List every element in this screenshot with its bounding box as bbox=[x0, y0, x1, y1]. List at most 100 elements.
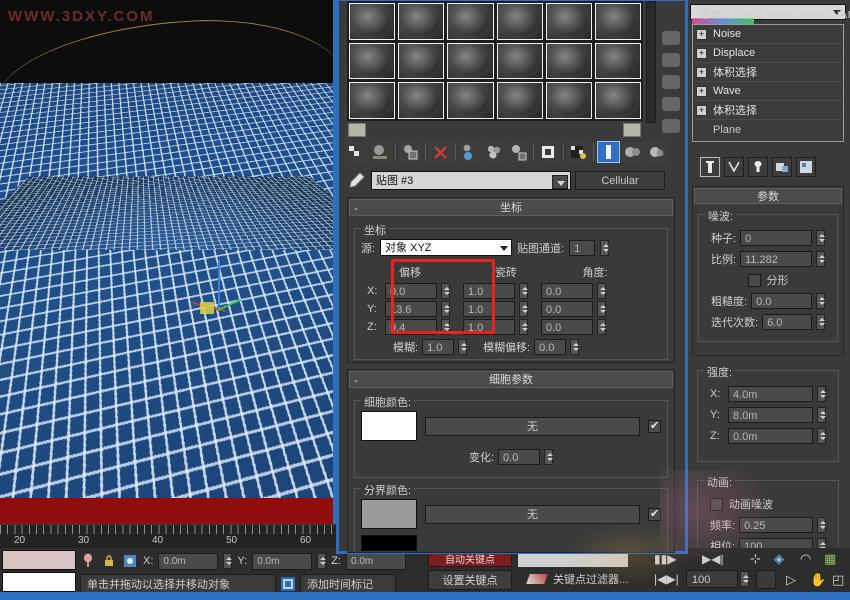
seed-field[interactable]: 0 bbox=[740, 230, 812, 246]
auto-key-button[interactable]: 自动关键点 bbox=[428, 552, 512, 567]
material-slot[interactable] bbox=[496, 42, 543, 80]
angle-z-spinner[interactable] bbox=[597, 319, 606, 335]
cell-color-map-button[interactable]: 无 bbox=[425, 416, 640, 436]
zoom-extents-icon[interactable]: ▷ bbox=[786, 572, 796, 588]
iterations-spinner[interactable] bbox=[816, 314, 825, 330]
tiling-y-spinner[interactable] bbox=[519, 301, 528, 317]
seed-spinner[interactable] bbox=[816, 230, 825, 246]
offset-y-spinner[interactable] bbox=[441, 301, 450, 317]
expand-icon[interactable]: + bbox=[696, 47, 707, 59]
material-slot[interactable] bbox=[349, 42, 396, 80]
map-name-dropdown-button[interactable] bbox=[552, 174, 568, 189]
angle-y-field[interactable]: 0.0 bbox=[541, 301, 593, 317]
offset-x-spinner[interactable] bbox=[441, 283, 450, 299]
tiling-x-spinner[interactable] bbox=[519, 283, 528, 299]
map-name-field[interactable]: 贴图 #3 bbox=[371, 170, 571, 190]
collapse-icon[interactable]: - bbox=[354, 201, 358, 218]
key-mode-icon[interactable] bbox=[80, 553, 96, 569]
modifier-stack-list[interactable]: + Noise + Displace + 体积选择 + Wave + 体积选择 … bbox=[692, 24, 844, 142]
material-slot[interactable] bbox=[349, 82, 396, 119]
phase-spinner[interactable] bbox=[817, 538, 826, 548]
x-coord-spinner[interactable] bbox=[223, 553, 233, 569]
arc-rotate-icon[interactable]: ◠ bbox=[800, 551, 811, 567]
material-slot[interactable] bbox=[398, 82, 445, 119]
modifier-stack-item[interactable]: + 体积选择 bbox=[693, 101, 843, 120]
blur-field[interactable]: 1.0 bbox=[422, 339, 455, 355]
video-color-check-icon[interactable] bbox=[567, 141, 590, 163]
coordinates-rollout-header[interactable]: - 坐标 bbox=[349, 199, 673, 216]
pan-view-icon[interactable]: ✋ bbox=[810, 572, 826, 588]
fractal-checkbox[interactable] bbox=[747, 273, 761, 287]
modifier-stack-item[interactable]: + 体积选择 bbox=[693, 63, 843, 82]
add-time-tag-icon[interactable] bbox=[280, 576, 296, 592]
viewport-perspective[interactable]: WWW.3DXY.COM bbox=[0, 0, 338, 498]
slot-scroll-left-button[interactable] bbox=[348, 123, 366, 137]
material-slot[interactable] bbox=[398, 42, 445, 80]
reset-map-icon[interactable] bbox=[662, 97, 680, 111]
selected-object-field[interactable] bbox=[518, 552, 628, 567]
expand-icon[interactable]: + bbox=[696, 66, 707, 78]
expand-icon[interactable]: + bbox=[696, 28, 707, 40]
variation-spinner[interactable] bbox=[544, 449, 554, 465]
angle-x-field[interactable]: 0.0 bbox=[541, 283, 593, 299]
expand-icon[interactable]: + bbox=[696, 85, 707, 97]
make-preview-icon[interactable] bbox=[597, 141, 620, 163]
show-map-in-viewport-icon[interactable] bbox=[483, 141, 506, 163]
remove-modifier-icon[interactable] bbox=[772, 157, 792, 177]
get-material-icon[interactable] bbox=[662, 31, 680, 45]
x-coord-field[interactable]: 0.0m bbox=[158, 552, 219, 570]
angle-y-spinner[interactable] bbox=[597, 301, 606, 317]
select-and-move-icon[interactable]: ⊹ bbox=[750, 551, 761, 567]
material-slot[interactable] bbox=[349, 3, 396, 40]
material-slot[interactable] bbox=[447, 3, 494, 40]
current-frame-field[interactable]: 100 bbox=[686, 570, 738, 588]
current-frame-spinner[interactable] bbox=[740, 571, 749, 587]
min-max-toggle-icon[interactable]: ◰ bbox=[832, 572, 844, 588]
map-type-button[interactable]: Cellular bbox=[575, 170, 665, 190]
tiling-x-field[interactable]: 1.0 bbox=[463, 283, 515, 299]
blur-offset-spinner[interactable] bbox=[570, 339, 580, 355]
offset-z-spinner[interactable] bbox=[441, 319, 450, 335]
slot-scroll-right-button[interactable] bbox=[623, 123, 641, 137]
division-color-swatch-2[interactable] bbox=[361, 535, 417, 551]
cell-parameters-rollout-header[interactable]: - 细胞参数 bbox=[349, 371, 673, 388]
material-slot[interactable] bbox=[496, 82, 543, 119]
delete-icon[interactable] bbox=[429, 141, 452, 163]
blur-spinner[interactable] bbox=[458, 339, 468, 355]
slot-vertical-scrollbar[interactable] bbox=[646, 1, 656, 123]
timeline-ruler[interactable]: 20 30 40 50 60 bbox=[0, 524, 338, 548]
sample-uv-tiling-icon[interactable] bbox=[399, 141, 422, 163]
put-to-library-icon[interactable] bbox=[459, 141, 482, 163]
material-map-navigator-icon[interactable] bbox=[645, 141, 668, 163]
material-slot[interactable] bbox=[594, 42, 641, 80]
division-color-swatch-1[interactable] bbox=[361, 499, 417, 529]
offset-x-field[interactable]: 0.0 bbox=[385, 283, 437, 299]
tiling-z-field[interactable]: 1.0 bbox=[463, 319, 515, 335]
map-channel-field[interactable]: 1 bbox=[569, 239, 596, 256]
configure-modifier-sets-icon[interactable] bbox=[796, 157, 816, 177]
assign-material-to-selection-icon[interactable] bbox=[662, 75, 680, 89]
eyedropper-icon[interactable] bbox=[345, 170, 367, 190]
material-slot[interactable] bbox=[545, 3, 592, 40]
phase-field[interactable]: 100 bbox=[739, 538, 813, 548]
material-slot-grid[interactable] bbox=[347, 1, 643, 121]
strength-x-spinner[interactable] bbox=[817, 386, 826, 402]
blur-offset-field[interactable]: 0.0 bbox=[534, 339, 567, 355]
material-slot[interactable] bbox=[545, 82, 592, 119]
strength-z-field[interactable]: 0.0m bbox=[728, 428, 813, 444]
material-effects-icon[interactable] bbox=[662, 119, 680, 133]
z-coord-field[interactable]: 0.0m bbox=[345, 552, 406, 570]
track-bar-lower[interactable] bbox=[2, 572, 76, 592]
offset-y-field[interactable]: 13.6 bbox=[385, 301, 437, 317]
go-to-parent-icon[interactable] bbox=[537, 141, 560, 163]
material-slot[interactable] bbox=[545, 42, 592, 80]
offset-z-field[interactable]: 9.4 bbox=[385, 319, 437, 335]
cell-color-swatch[interactable] bbox=[361, 411, 417, 441]
strength-y-field[interactable]: 8.0m bbox=[728, 407, 813, 423]
animate-noise-checkbox[interactable] bbox=[710, 497, 723, 511]
put-material-to-scene-icon[interactable] bbox=[662, 53, 680, 67]
scale-field[interactable]: 11.282 bbox=[740, 251, 812, 267]
goto-start-icon[interactable]: |◀▶| bbox=[654, 572, 679, 586]
angle-z-field[interactable]: 0.0 bbox=[541, 319, 593, 335]
sample-type-checker-icon[interactable] bbox=[345, 141, 368, 163]
